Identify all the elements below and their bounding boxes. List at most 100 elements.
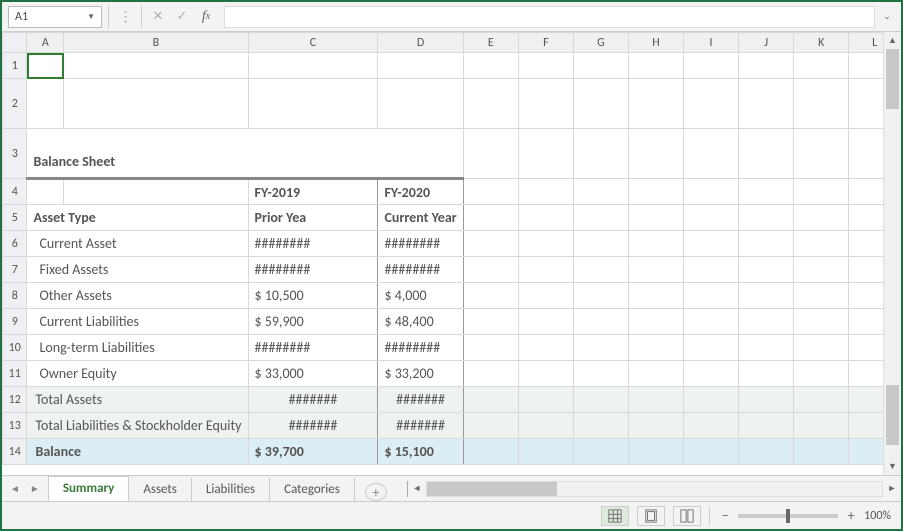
cell[interactable] (628, 231, 683, 257)
cell[interactable] (463, 387, 518, 413)
cell[interactable] (518, 205, 573, 231)
cell[interactable] (739, 335, 794, 361)
cell[interactable] (518, 231, 573, 257)
row-header[interactable]: 11 (3, 361, 27, 387)
select-all-corner[interactable] (3, 33, 27, 53)
more-icon[interactable]: ⋮ (115, 7, 135, 27)
row-header[interactable]: 9 (3, 309, 27, 335)
column-header[interactable]: F (518, 33, 573, 53)
cell[interactable] (64, 53, 248, 79)
formula-input[interactable] (224, 6, 875, 28)
expand-formula-icon[interactable]: ⌄ (879, 11, 895, 22)
chevron-down-icon[interactable]: ▼ (87, 12, 95, 22)
cell[interactable] (628, 283, 683, 309)
cell[interactable] (684, 79, 739, 129)
total-prior[interactable]: ####### (248, 387, 378, 413)
total-current[interactable]: ####### (378, 413, 463, 439)
cell[interactable] (518, 129, 573, 179)
cell[interactable] (518, 335, 573, 361)
cell[interactable] (739, 413, 794, 439)
line-label[interactable]: Fixed Assets (27, 257, 248, 283)
row-header[interactable]: 1 (3, 53, 27, 79)
cell[interactable] (518, 53, 573, 79)
year-current-header[interactable]: FY-2020 (378, 179, 463, 205)
cell[interactable] (628, 361, 683, 387)
cell[interactable] (573, 231, 628, 257)
column-header[interactable]: E (463, 33, 518, 53)
total-label[interactable]: Total Assets (27, 387, 248, 413)
sheet-tab[interactable]: Assets (129, 478, 192, 501)
cell[interactable] (628, 79, 683, 129)
total-prior[interactable]: ####### (248, 413, 378, 439)
cell[interactable] (463, 283, 518, 309)
cell[interactable] (573, 205, 628, 231)
cell[interactable] (739, 205, 794, 231)
line-label[interactable]: Other Assets (27, 283, 248, 309)
cell[interactable] (463, 309, 518, 335)
view-page-layout-button[interactable] (637, 506, 665, 526)
cell[interactable] (739, 361, 794, 387)
cell[interactable] (573, 361, 628, 387)
cell[interactable] (739, 387, 794, 413)
zoom-out-button[interactable]: − (718, 507, 732, 524)
cell[interactable] (684, 53, 739, 79)
row-header[interactable]: 14 (3, 439, 27, 465)
cell[interactable] (463, 335, 518, 361)
line-prior[interactable]: ######## (248, 335, 378, 361)
sheet-tab[interactable]: Categories (270, 478, 355, 501)
cell[interactable] (463, 53, 518, 79)
cell[interactable] (573, 413, 628, 439)
cell[interactable] (739, 439, 794, 465)
scroll-up-icon[interactable]: ▲ (884, 32, 901, 49)
total-label[interactable]: Total Liabilities & Stockholder Equity (27, 413, 248, 439)
cancel-icon[interactable]: ✕ (148, 7, 168, 27)
cell[interactable] (684, 283, 739, 309)
tab-nav-prev-icon[interactable]: ◄ (10, 482, 20, 495)
cell[interactable] (463, 361, 518, 387)
cell[interactable] (684, 179, 739, 205)
column-header[interactable]: D (378, 33, 463, 53)
row-header[interactable]: 13 (3, 413, 27, 439)
add-sheet-button[interactable]: + (365, 483, 387, 501)
cell[interactable] (628, 309, 683, 335)
cell[interactable] (684, 309, 739, 335)
cell[interactable] (463, 179, 518, 205)
cell[interactable] (739, 257, 794, 283)
column-header[interactable]: J (739, 33, 794, 53)
sheet-tab[interactable]: Liabilities (192, 478, 270, 501)
balance-prior[interactable]: $ 39,700 (248, 439, 378, 465)
cell[interactable] (518, 387, 573, 413)
zoom-level[interactable]: 100% (864, 509, 891, 523)
line-current[interactable]: $ 4,000 (378, 283, 463, 309)
cell[interactable] (463, 439, 518, 465)
cell[interactable] (573, 283, 628, 309)
view-page-break-button[interactable] (673, 506, 701, 526)
view-normal-button[interactable] (601, 506, 629, 526)
cell[interactable] (463, 413, 518, 439)
cell[interactable] (518, 361, 573, 387)
sheet-title[interactable]: Balance Sheet (27, 129, 463, 179)
zoom-in-button[interactable]: + (844, 507, 858, 524)
line-prior[interactable]: $ 59,900 (248, 309, 378, 335)
cell[interactable] (794, 79, 849, 129)
cell[interactable] (794, 361, 849, 387)
cell[interactable] (794, 231, 849, 257)
cell[interactable] (794, 179, 849, 205)
line-current[interactable]: ######## (378, 335, 463, 361)
cell[interactable] (794, 439, 849, 465)
cell[interactable] (64, 79, 248, 129)
cell[interactable] (64, 179, 248, 205)
row-header[interactable]: 5 (3, 205, 27, 231)
line-current[interactable]: $ 33,200 (378, 361, 463, 387)
cell[interactable] (739, 79, 794, 129)
tab-nav-next-icon[interactable]: ► (30, 482, 40, 495)
horizontal-scrollbar-thumb[interactable] (427, 482, 557, 496)
cell[interactable] (739, 231, 794, 257)
cell[interactable] (378, 53, 463, 79)
cell[interactable] (794, 53, 849, 79)
cell[interactable] (573, 53, 628, 79)
cell[interactable] (794, 309, 849, 335)
current-year-header[interactable]: Current Year (378, 205, 463, 231)
cell[interactable] (573, 179, 628, 205)
cell[interactable] (794, 413, 849, 439)
